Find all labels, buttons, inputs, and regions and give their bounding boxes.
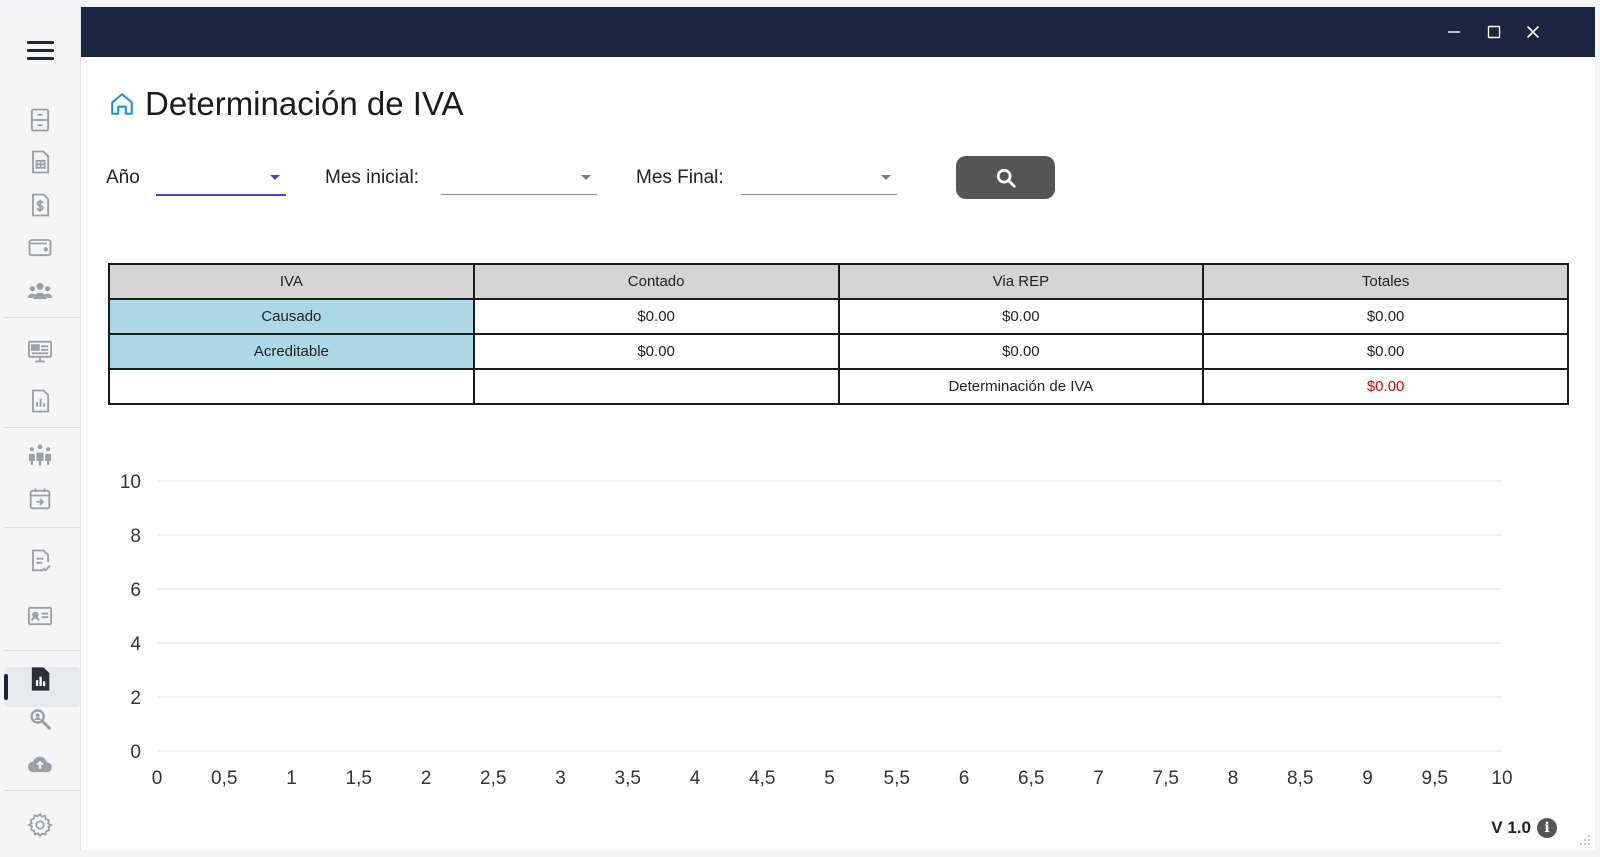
column-header: Contado	[472, 263, 840, 300]
y-tick-label: 4	[130, 634, 141, 655]
end-month-select[interactable]	[741, 161, 897, 195]
row-header-cell: Causado	[108, 298, 475, 335]
table-cell: $0.00	[837, 298, 1205, 335]
x-tick-label: 1,5	[346, 768, 372, 789]
home-icon[interactable]	[109, 91, 135, 117]
sidebar	[0, 7, 81, 850]
spreadsheet-icon[interactable]	[24, 146, 56, 178]
table-cell	[472, 368, 840, 405]
year-select[interactable]	[156, 161, 286, 196]
monitor-dashboard-icon[interactable]	[24, 335, 56, 367]
end-month-label: Mes Final:	[636, 167, 724, 188]
person-search-icon[interactable]	[24, 704, 56, 736]
y-tick-label: 0	[130, 742, 141, 763]
x-tick-label: 4	[690, 768, 701, 789]
table-cell: Determinación de IVA	[837, 368, 1205, 405]
column-header: Via REP	[837, 263, 1205, 300]
x-tick-label: 9	[1362, 768, 1373, 789]
x-tick-label: 6	[959, 768, 970, 789]
table-cell	[108, 368, 475, 405]
table-row: Determinación de IVA $0.00	[108, 368, 1569, 405]
table-cell: $0.00	[837, 333, 1205, 370]
resize-grip-icon[interactable]	[1579, 834, 1591, 846]
start-month-label: Mes inicial:	[325, 167, 419, 188]
sidebar-divider	[4, 427, 80, 428]
page-header: Determinación de IVA	[109, 85, 464, 123]
x-tick-label: 7	[1093, 768, 1104, 789]
x-tick-label: 9,5	[1422, 768, 1448, 789]
x-tick-label: 4,5	[749, 768, 775, 789]
y-tick-label: 6	[130, 580, 141, 601]
chevron-down-icon	[270, 175, 280, 180]
close-icon[interactable]	[1520, 19, 1546, 45]
x-tick-label: 1	[286, 768, 297, 789]
year-label: Año	[106, 167, 140, 188]
maximize-icon[interactable]	[1481, 19, 1507, 45]
info-icon[interactable]: i	[1537, 818, 1557, 838]
window-titlebar	[81, 7, 1595, 57]
document-check-icon[interactable]	[24, 545, 56, 577]
settings-gear-icon[interactable]	[24, 809, 56, 841]
column-header: IVA	[108, 263, 475, 300]
report-chart-icon[interactable]	[24, 385, 56, 417]
report-chart-filled-icon[interactable]	[24, 663, 56, 695]
y-tick-label: 10	[120, 472, 141, 493]
x-tick-label: 8,5	[1287, 768, 1313, 789]
team-icon[interactable]	[24, 439, 56, 471]
version-label: V 1.0	[1491, 818, 1531, 837]
table-header-row: IVA Contado Via REP Totales	[108, 263, 1569, 300]
x-tick-label: 7,5	[1153, 768, 1179, 789]
id-card-icon[interactable]	[24, 600, 56, 632]
x-tick-label: 5	[824, 768, 835, 789]
vat-chart: 0 2 4 6 8 10 0 0,5 1 1,5 2 2,5 3 3,5 4 4,5 5 5,5 6 6,5 7 7,5 8…	[120, 472, 1513, 789]
invoice-dollar-icon[interactable]	[24, 189, 56, 221]
minimize-icon[interactable]	[1441, 19, 1467, 45]
table-row: Acreditable $0.00 $0.00 $0.00	[108, 333, 1569, 370]
search-icon	[996, 168, 1016, 188]
chevron-down-icon	[581, 175, 591, 180]
table-row: Causado $0.00 $0.00 $0.00	[108, 298, 1569, 335]
row-header-cell: Acreditable	[108, 333, 475, 370]
x-tick-label: 8	[1228, 768, 1239, 789]
vat-total-cell: $0.00	[1202, 368, 1569, 405]
table-cell: $0.00	[472, 298, 840, 335]
chevron-down-icon	[881, 175, 891, 180]
x-tick-label: 10	[1491, 768, 1512, 789]
table-cell: $0.00	[1202, 298, 1569, 335]
x-tick-label: 0,5	[211, 768, 237, 789]
sidebar-divider	[4, 790, 80, 791]
sidebar-divider	[4, 317, 80, 318]
cloud-upload-icon[interactable]	[24, 748, 56, 780]
calendar-arrow-icon[interactable]	[24, 483, 56, 515]
group-icon[interactable]	[24, 275, 56, 307]
x-tick-label: 2	[421, 768, 432, 789]
table-cell: $0.00	[1202, 333, 1569, 370]
start-month-select[interactable]	[441, 161, 597, 195]
page-title: Determinación de IVA	[145, 85, 464, 122]
x-tick-label: 3	[555, 768, 566, 789]
active-nav-indicator	[4, 674, 8, 700]
x-tick-label: 3,5	[615, 768, 641, 789]
sidebar-divider	[4, 527, 80, 528]
main-content: Determinación de IVA Año Mes inicial: Me…	[81, 57, 1595, 850]
version-indicator: V 1.0 i	[1491, 818, 1557, 838]
table-cell: $0.00	[472, 333, 840, 370]
x-tick-label: 5,5	[884, 768, 910, 789]
y-tick-label: 8	[130, 526, 141, 547]
column-header: Totales	[1202, 263, 1569, 300]
cabinet-icon[interactable]	[24, 104, 56, 136]
sidebar-divider	[4, 650, 80, 651]
hamburger-menu-icon[interactable]	[27, 41, 54, 61]
wallet-icon[interactable]	[24, 231, 56, 263]
x-tick-label: 2,5	[480, 768, 506, 789]
iva-table: IVA Contado Via REP Totales Causado $0.0…	[108, 263, 1569, 405]
x-tick-label: 6,5	[1018, 768, 1044, 789]
x-tick-label: 0	[152, 768, 163, 789]
search-button[interactable]	[956, 156, 1055, 199]
y-tick-label: 2	[130, 688, 141, 709]
